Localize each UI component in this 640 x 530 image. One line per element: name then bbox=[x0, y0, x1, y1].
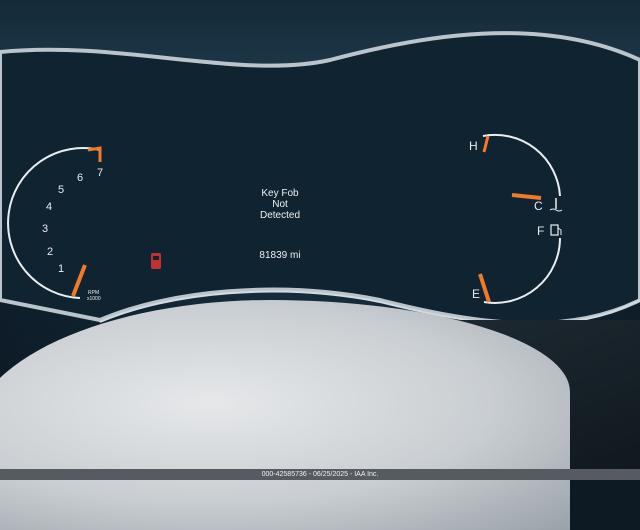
odometer: 81839 mi bbox=[259, 250, 301, 261]
photo-caption: 000-42585736 - 06/25/2025 - IAA Inc. bbox=[0, 469, 640, 480]
tach-number: 7 bbox=[97, 167, 103, 179]
message-line: Detected bbox=[259, 210, 301, 221]
tach-number: 2 bbox=[47, 246, 53, 258]
message-line: Key Fob bbox=[261, 188, 299, 199]
message-line: Not bbox=[272, 199, 288, 210]
tach-number: 5 bbox=[58, 184, 64, 196]
tach-number: 3 bbox=[42, 223, 48, 235]
fuel-full-label: F bbox=[537, 224, 544, 238]
door-ajar-icon bbox=[151, 253, 161, 269]
tach-number: 1 bbox=[58, 263, 64, 275]
temp-hot-label: H bbox=[469, 139, 478, 153]
tach-number: 6 bbox=[77, 172, 83, 184]
foreground-fabric bbox=[0, 300, 570, 530]
fuel-empty-label: E bbox=[472, 287, 480, 301]
tach-unit: x1000 bbox=[87, 296, 101, 302]
key-fob-message: Key Fob Not Detected bbox=[230, 188, 330, 221]
temp-cold-label: C bbox=[534, 199, 543, 213]
tach-number: 4 bbox=[46, 201, 52, 213]
